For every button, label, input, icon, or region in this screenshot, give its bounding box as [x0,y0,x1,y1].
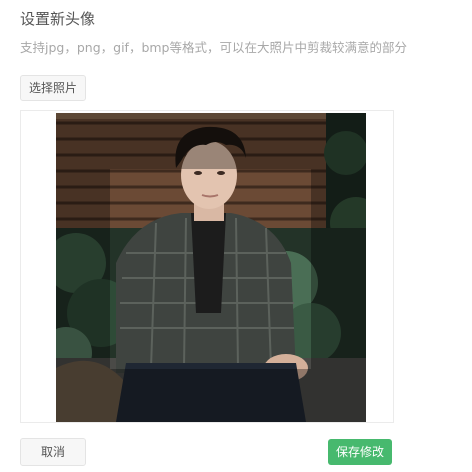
dialog-description: 支持jpg，png，gif，bmp等格式，可以在大照片中剪裁较满意的部分 [20,40,407,55]
crop-selection-box[interactable] [110,169,311,369]
cancel-button[interactable]: 取消 [20,438,86,466]
crop-panel [20,110,394,423]
select-photo-button[interactable]: 选择照片 [20,75,86,101]
dialog-title: 设置新头像 [20,10,96,28]
save-changes-button[interactable]: 保存修改 [328,439,392,465]
avatar-photo [56,113,366,422]
